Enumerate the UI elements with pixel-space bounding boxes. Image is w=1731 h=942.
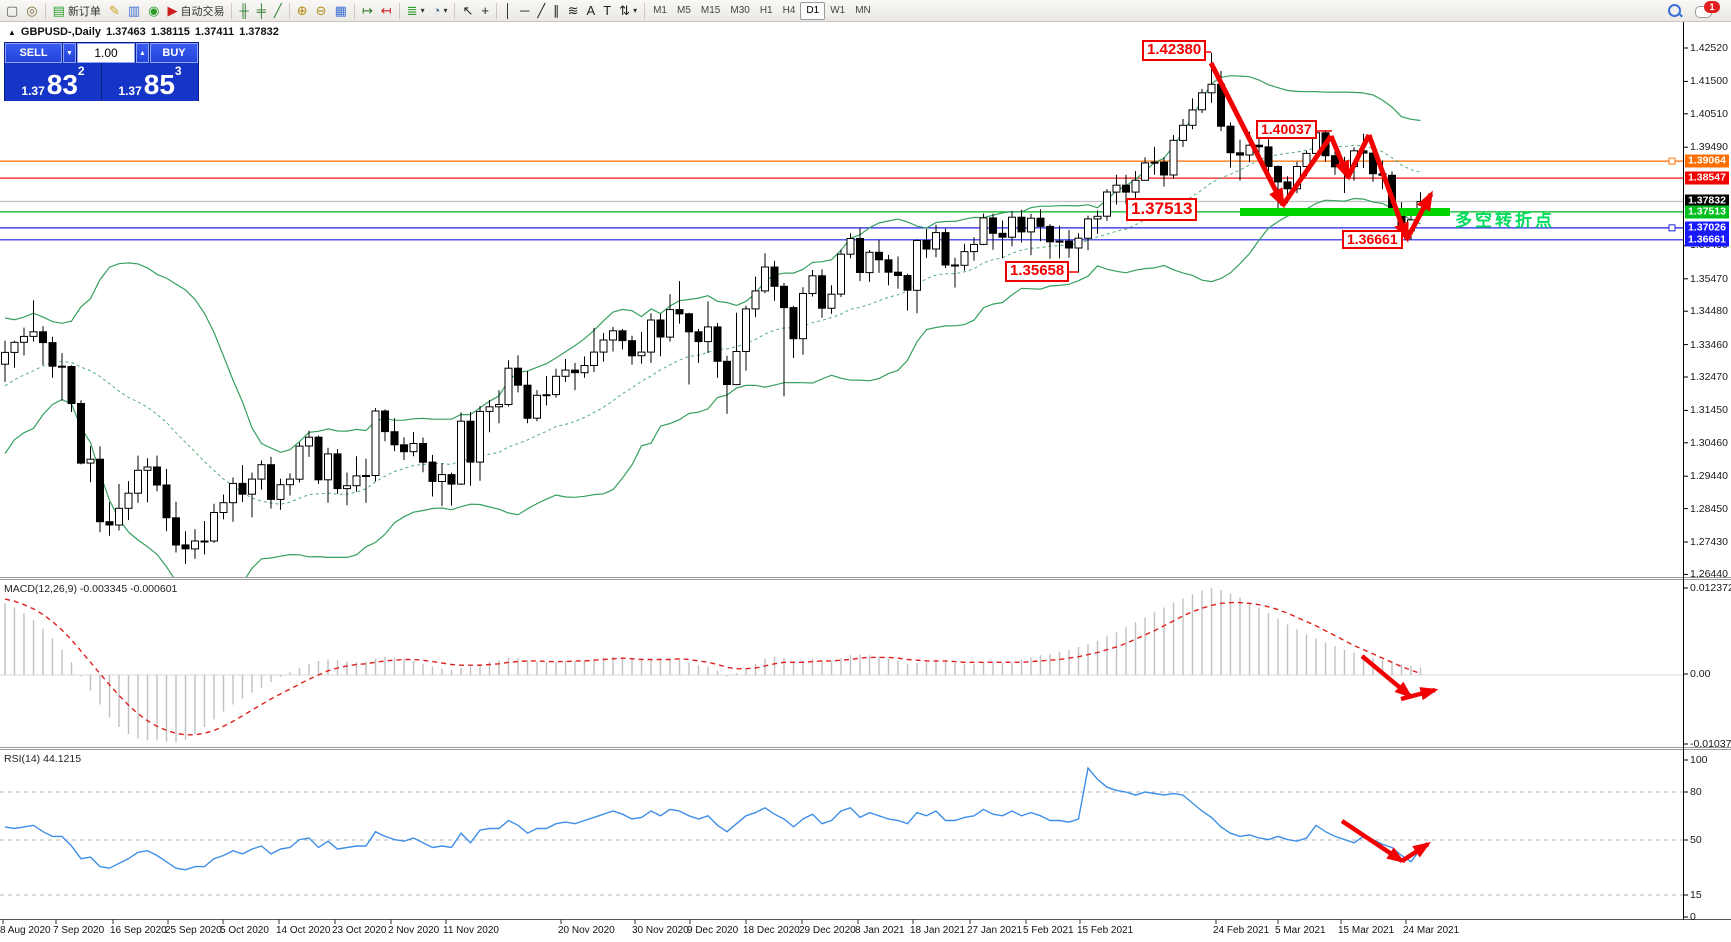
terminal-window: ▢◎▤新订单✎▥◉▶自动交易╫╪╱⊕⊖▦↦↤≣▾◔▾↖+│─╱∥≋AT⇅▾M1M… — [0, 0, 1731, 942]
chart-canvas[interactable] — [0, 0, 1731, 942]
